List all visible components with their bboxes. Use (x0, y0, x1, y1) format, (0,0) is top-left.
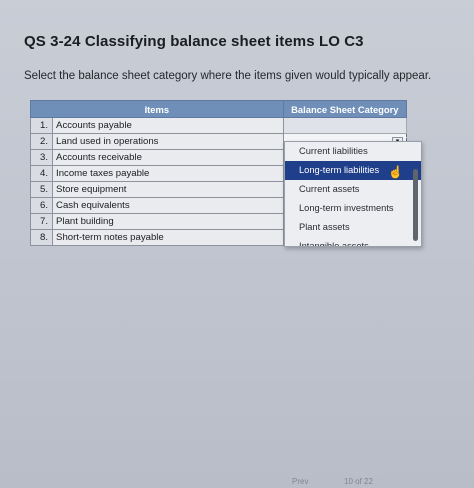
column-header-category: Balance Sheet Category (282, 100, 408, 118)
column-header-items: Items (30, 100, 284, 118)
row-item: Short-term notes payable (52, 229, 284, 246)
hand-cursor-icon: ☝ (388, 165, 403, 179)
dropdown-option-long-term-investments[interactable]: Long-term investments (285, 199, 421, 218)
row-number: 1. (29, 117, 54, 134)
dropdown-option-current-liabilities[interactable]: Current liabilities (285, 142, 421, 161)
dropdown-option-current-assets[interactable]: Current assets (285, 180, 421, 199)
dropdown-option-intangible-assets[interactable]: Intangible assets (285, 237, 421, 246)
row-item: Land used in operations (52, 133, 284, 150)
instruction-text: Select the balance sheet category where … (24, 70, 432, 82)
prev-button[interactable]: Prev (292, 477, 308, 486)
row-item: Plant building (52, 213, 284, 230)
row-number: 4. (29, 165, 54, 182)
row-number: 6. (29, 197, 54, 214)
table-row: 1. Accounts payable (29, 117, 408, 134)
row-item: Cash equivalents (52, 197, 284, 214)
row-number: 2. (29, 133, 54, 150)
row-number: 7. (29, 213, 54, 230)
row-item: Accounts receivable (52, 149, 284, 166)
table-header-row: Items Balance Sheet Category (30, 100, 408, 118)
category-dropdown-list[interactable]: Current liabilities Long-term liabilitie… (284, 141, 422, 247)
row-number: 8. (29, 229, 54, 246)
row-item: Accounts payable (52, 117, 284, 134)
row-item: Store equipment (52, 181, 284, 198)
page-indicator: 10 of 22 (344, 477, 373, 486)
row-item: Income taxes payable (52, 165, 284, 182)
dropdown-option-plant-assets[interactable]: Plant assets (285, 218, 421, 237)
row-number: 5. (29, 181, 54, 198)
row-number: 3. (29, 149, 54, 166)
category-select[interactable] (282, 117, 408, 134)
dropdown-scrollbar[interactable] (413, 169, 418, 241)
page-title: QS 3-24 Classifying balance sheet items … (24, 33, 364, 50)
